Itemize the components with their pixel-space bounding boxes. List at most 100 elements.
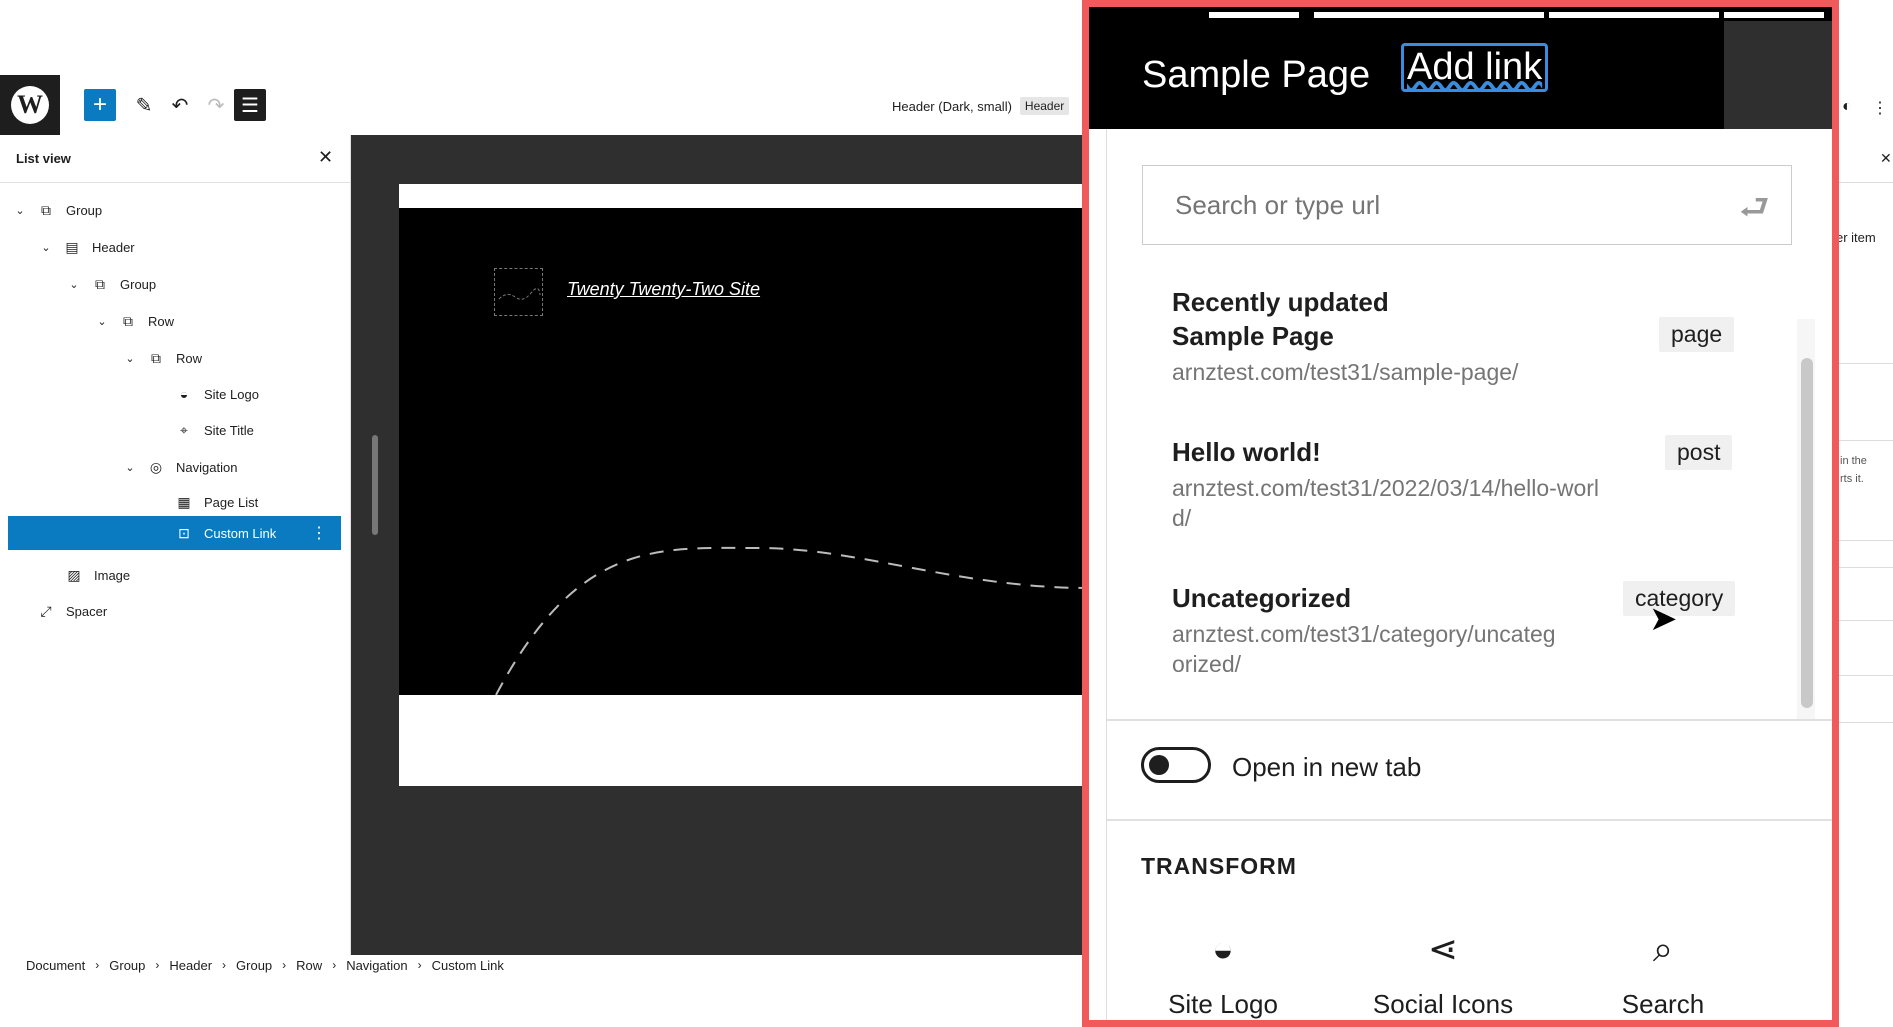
tree-item-label: Row [148,313,175,329]
zoomed-link-popover-callout: Sample Page Add link ⮐ Recently updated … [1082,0,1839,1027]
breadcrumb-item[interactable]: Row › [296,958,346,973]
help-text-line: in the [1840,455,1867,467]
tree-item-group[interactable]: ⌄ ⧉ Group [66,267,156,301]
tree-item-site-logo[interactable]: ◒ Site Logo [166,377,259,411]
options-icon[interactable]: ⋮ [1872,98,1888,118]
link-control-popover: ⮐ Recently updated Sample Page arnztest.… [1106,129,1832,1020]
share-icon: ⋖ [1427,928,1459,969]
breadcrumb-item[interactable]: Custom Link [432,958,504,973]
redo-button[interactable]: ↷ [200,89,232,121]
result-url: arnztest.com/test31/category/uncateg [1172,621,1556,647]
site-logo-icon: ◒ [1212,928,1234,969]
group-icon: ⧉ [41,201,51,218]
search-icon: ⌕ [1652,927,1674,969]
breadcrumb-item[interactable]: Group › [236,958,296,973]
tree-item-custom-link[interactable]: ⊡ Custom Link ⋮ [8,516,341,550]
group-icon: ⧉ [95,275,105,292]
tree-item-label: Custom Link [204,525,277,541]
close-icon[interactable]: ✕ [1880,150,1892,167]
site-title-text[interactable]: Twenty Twenty-Two Site [567,279,760,300]
tree-item-header[interactable]: ⌄ ▤ Header [38,230,135,264]
tree-item-site-title[interactable]: ⌖ Site Title [166,413,254,447]
chevron-down-icon[interactable]: ⌄ [94,315,110,328]
url-search-input[interactable] [1175,190,1715,221]
result-type-badge: page [1659,317,1735,352]
open-in-new-tab-toggle[interactable] [1141,747,1211,783]
page-list-icon: ▦ [177,493,191,510]
help-text-line: rts it. [1840,473,1864,485]
row-icon: ⧉ [151,349,161,366]
chevron-down-icon[interactable]: ⌄ [122,352,138,365]
mouse-cursor-icon: ➤ [1649,600,1678,638]
add-block-button[interactable]: + [84,89,116,121]
result-url: arnztest.com/test31/sample-page/ [1172,359,1519,385]
nav-item-add-link[interactable]: Add link [1401,43,1549,92]
template-part-name: Header (Dark, small) [892,98,1012,114]
row-icon: ⧉ [123,312,133,329]
tree-item-row[interactable]: ⌄ ⧉ Row [94,304,174,338]
divider [1107,719,1832,721]
pencil-icon: ✎ [135,94,153,117]
results-scrollbar-thumb[interactable] [1801,358,1813,708]
tree-item-image[interactable]: ▨ Image [56,558,130,592]
more-options-icon[interactable]: ⋮ [311,523,327,543]
tree-item-label: Page List [204,494,259,510]
edit-tool-button[interactable]: ✎ [128,89,160,121]
tree-item-row[interactable]: ⌄ ⧉ Row [122,341,202,375]
divider [1107,819,1832,821]
header-icon: ▤ [65,238,79,255]
template-part-tag: Header [1019,97,1070,115]
tree-item-label: Header [92,239,135,255]
result-title: Sample Page [1172,321,1334,351]
search-result-hello-world[interactable]: Hello world! arnztest.com/test31/2022/03… [1172,435,1732,533]
list-view-sidebar: List view ✕ ⌄ ⧉ Group ⌄ ▤ Header ⌄ ⧉ Gro… [0,135,351,955]
result-title: Hello world! [1172,437,1321,467]
breadcrumb-item[interactable]: Group › [109,958,169,973]
document-title[interactable]: Header (Dark, small) Header [892,97,1070,115]
result-type-badge: category [1623,581,1736,616]
canvas-resize-handle[interactable] [372,435,378,535]
site-title-icon: ⌖ [180,421,188,438]
chevron-right-icon: › [417,958,422,972]
chevron-right-icon: › [95,958,100,972]
breadcrumb-item[interactable]: Navigation › [346,958,431,973]
close-icon[interactable]: ✕ [318,147,333,168]
wordpress-logo-button[interactable]: W [0,75,60,135]
search-result-sample-page[interactable]: Recently updated Sample Page arnztest.co… [1172,285,1732,387]
tree-item-navigation[interactable]: ⌄ ◎ Navigation [122,450,237,484]
navigation-icon: ◎ [149,458,163,475]
tree-item-label: Image [94,567,131,583]
site-logo-placeholder[interactable] [494,268,543,316]
chevron-down-icon[interactable]: ⌄ [66,278,82,291]
list-view-button[interactable]: ☰ [234,89,266,121]
nav-item-sample-page[interactable]: Sample Page [1142,54,1370,97]
breadcrumb-item[interactable]: Document › [26,958,109,973]
result-url: arnztest.com/test31/2022/03/14/hello-wor… [1172,475,1600,501]
result-heading: Recently updated [1172,287,1389,317]
wordpress-logo-icon: W [11,86,49,124]
styles-icon[interactable]: ◐ [1842,98,1852,116]
breadcrumb-item[interactable]: Header › [169,958,236,973]
tree-item-spacer[interactable]: ⤢ Spacer [28,594,107,628]
transform-section-title: TRANSFORM [1141,853,1297,879]
tree-item-label: Site Logo [204,386,259,402]
url-search-box[interactable]: ⮐ [1142,165,1792,245]
transform-social-icons-button[interactable]: ⋖ Social Icons [1353,919,1533,1020]
chevron-down-icon[interactable]: ⌄ [122,461,138,474]
tree-item-page-list[interactable]: ▦ Page List [166,485,258,519]
undo-button[interactable]: ↶ [164,89,196,121]
tree-item-label: Site Title [204,422,254,438]
chevron-down-icon[interactable]: ⌄ [12,204,28,217]
transform-label: Site Logo [1168,989,1278,1019]
tree-item-label: Navigation [176,459,238,475]
image-icon: ▨ [67,566,81,583]
result-type-badge: post [1665,435,1733,470]
list-view-header: List view ✕ [0,135,350,183]
transform-search-button[interactable]: ⌕ Search [1573,919,1753,1020]
spacer-icon: ⤢ [40,602,52,619]
transform-site-logo-button[interactable]: ◒ Site Logo [1133,919,1313,1020]
tree-item-group[interactable]: ⌄ ⧉ Group [12,193,102,227]
submit-enter-icon[interactable]: ⮐ [1739,184,1770,241]
chevron-down-icon[interactable]: ⌄ [38,241,54,254]
logo-placeholder-icon [498,288,541,300]
